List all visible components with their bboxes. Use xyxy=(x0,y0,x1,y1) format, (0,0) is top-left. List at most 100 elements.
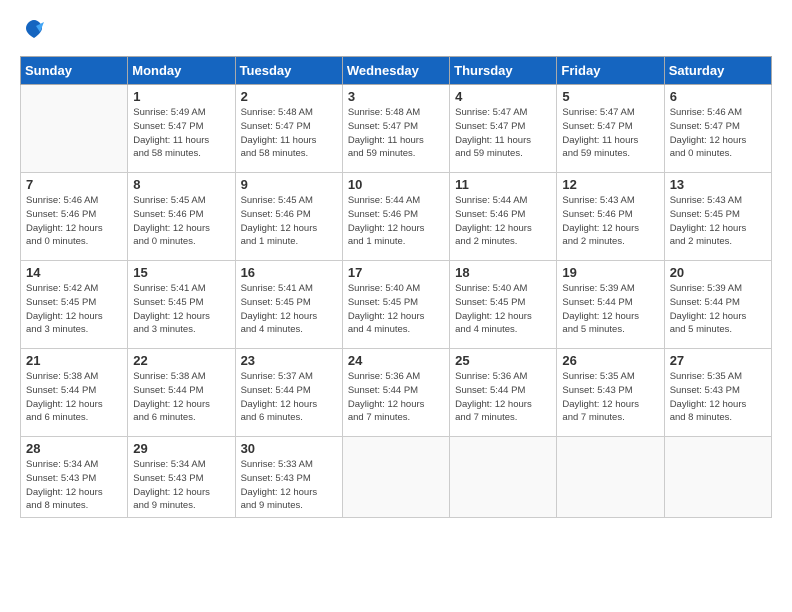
calendar-day-cell: 19 Sunrise: 5:39 AM Sunset: 5:44 PM Dayli… xyxy=(557,261,664,349)
day-number: 12 xyxy=(562,177,658,192)
calendar-day-cell: 20 Sunrise: 5:39 AM Sunset: 5:44 PM Dayli… xyxy=(664,261,771,349)
day-number: 18 xyxy=(455,265,551,280)
calendar-day-cell: 3 Sunrise: 5:48 AM Sunset: 5:47 PM Daylig… xyxy=(342,85,449,173)
weekday-header-cell: Thursday xyxy=(450,57,557,85)
calendar-day-cell: 18 Sunrise: 5:40 AM Sunset: 5:45 PM Dayli… xyxy=(450,261,557,349)
day-info: Sunrise: 5:44 AM Sunset: 5:46 PM Dayligh… xyxy=(348,194,444,249)
day-number: 30 xyxy=(241,441,337,456)
day-info: Sunrise: 5:39 AM Sunset: 5:44 PM Dayligh… xyxy=(670,282,766,337)
calendar-week-row: 28 Sunrise: 5:34 AM Sunset: 5:43 PM Dayli… xyxy=(21,437,772,518)
day-number: 7 xyxy=(26,177,122,192)
calendar-day-cell xyxy=(342,437,449,518)
day-info: Sunrise: 5:47 AM Sunset: 5:47 PM Dayligh… xyxy=(455,106,551,161)
day-number: 27 xyxy=(670,353,766,368)
day-info: Sunrise: 5:44 AM Sunset: 5:46 PM Dayligh… xyxy=(455,194,551,249)
day-info: Sunrise: 5:47 AM Sunset: 5:47 PM Dayligh… xyxy=(562,106,658,161)
day-number: 19 xyxy=(562,265,658,280)
calendar-day-cell: 26 Sunrise: 5:35 AM Sunset: 5:43 PM Dayli… xyxy=(557,349,664,437)
day-number: 4 xyxy=(455,89,551,104)
day-info: Sunrise: 5:39 AM Sunset: 5:44 PM Dayligh… xyxy=(562,282,658,337)
day-info: Sunrise: 5:35 AM Sunset: 5:43 PM Dayligh… xyxy=(562,370,658,425)
weekday-header-cell: Tuesday xyxy=(235,57,342,85)
day-info: Sunrise: 5:43 AM Sunset: 5:45 PM Dayligh… xyxy=(670,194,766,249)
day-number: 16 xyxy=(241,265,337,280)
calendar-day-cell: 9Sunrise: 5:45 AM Sunset: 5:46 PM Daylig… xyxy=(235,173,342,261)
calendar-day-cell: 12Sunrise: 5:43 AM Sunset: 5:46 PM Dayli… xyxy=(557,173,664,261)
day-info: Sunrise: 5:40 AM Sunset: 5:45 PM Dayligh… xyxy=(455,282,551,337)
day-info: Sunrise: 5:41 AM Sunset: 5:45 PM Dayligh… xyxy=(133,282,229,337)
day-number: 29 xyxy=(133,441,229,456)
day-number: 11 xyxy=(455,177,551,192)
logo-icon xyxy=(22,18,46,42)
day-info: Sunrise: 5:33 AM Sunset: 5:43 PM Dayligh… xyxy=(241,458,337,513)
day-number: 28 xyxy=(26,441,122,456)
day-info: Sunrise: 5:48 AM Sunset: 5:47 PM Dayligh… xyxy=(348,106,444,161)
day-number: 8 xyxy=(133,177,229,192)
day-number: 5 xyxy=(562,89,658,104)
calendar-week-row: 21 Sunrise: 5:38 AM Sunset: 5:44 PM Dayli… xyxy=(21,349,772,437)
calendar-day-cell: 13 Sunrise: 5:43 AM Sunset: 5:45 PM Dayli… xyxy=(664,173,771,261)
day-info: Sunrise: 5:35 AM Sunset: 5:43 PM Dayligh… xyxy=(670,370,766,425)
day-number: 6 xyxy=(670,89,766,104)
calendar-day-cell: 28 Sunrise: 5:34 AM Sunset: 5:43 PM Dayli… xyxy=(21,437,128,518)
day-number: 13 xyxy=(670,177,766,192)
calendar-day-cell: 23 Sunrise: 5:37 AM Sunset: 5:44 PM Dayli… xyxy=(235,349,342,437)
calendar-day-cell: 29 Sunrise: 5:34 AM Sunset: 5:43 PM Dayli… xyxy=(128,437,235,518)
day-info: Sunrise: 5:42 AM Sunset: 5:45 PM Dayligh… xyxy=(26,282,122,337)
calendar-day-cell: 27 Sunrise: 5:35 AM Sunset: 5:43 PM Dayli… xyxy=(664,349,771,437)
day-info: Sunrise: 5:46 AM Sunset: 5:47 PM Dayligh… xyxy=(670,106,766,161)
day-number: 23 xyxy=(241,353,337,368)
day-info: Sunrise: 5:38 AM Sunset: 5:44 PM Dayligh… xyxy=(26,370,122,425)
day-info: Sunrise: 5:49 AM Sunset: 5:47 PM Dayligh… xyxy=(133,106,229,161)
day-info: Sunrise: 5:37 AM Sunset: 5:44 PM Dayligh… xyxy=(241,370,337,425)
calendar-week-row: 14 Sunrise: 5:42 AM Sunset: 5:45 PM Dayli… xyxy=(21,261,772,349)
calendar-day-cell: 25Sunrise: 5:36 AM Sunset: 5:44 PM Dayli… xyxy=(450,349,557,437)
calendar-day-cell: 4 Sunrise: 5:47 AM Sunset: 5:47 PM Daylig… xyxy=(450,85,557,173)
day-info: Sunrise: 5:46 AM Sunset: 5:46 PM Dayligh… xyxy=(26,194,122,249)
calendar-day-cell xyxy=(557,437,664,518)
day-info: Sunrise: 5:34 AM Sunset: 5:43 PM Dayligh… xyxy=(26,458,122,513)
day-number: 26 xyxy=(562,353,658,368)
logo xyxy=(20,20,46,40)
day-number: 2 xyxy=(241,89,337,104)
weekday-header-cell: Monday xyxy=(128,57,235,85)
calendar-day-cell: 6 Sunrise: 5:46 AM Sunset: 5:47 PM Daylig… xyxy=(664,85,771,173)
calendar-day-cell xyxy=(450,437,557,518)
day-number: 14 xyxy=(26,265,122,280)
calendar-day-cell: 5 Sunrise: 5:47 AM Sunset: 5:47 PM Daylig… xyxy=(557,85,664,173)
calendar-day-cell: 8 Sunrise: 5:45 AM Sunset: 5:46 PM Daylig… xyxy=(128,173,235,261)
day-info: Sunrise: 5:48 AM Sunset: 5:47 PM Dayligh… xyxy=(241,106,337,161)
day-info: Sunrise: 5:34 AM Sunset: 5:43 PM Dayligh… xyxy=(133,458,229,513)
calendar-week-row: 1Sunrise: 5:49 AM Sunset: 5:47 PM Daylig… xyxy=(21,85,772,173)
day-info: Sunrise: 5:38 AM Sunset: 5:44 PM Dayligh… xyxy=(133,370,229,425)
calendar-day-cell: 16 Sunrise: 5:41 AM Sunset: 5:45 PM Dayli… xyxy=(235,261,342,349)
day-number: 22 xyxy=(133,353,229,368)
day-info: Sunrise: 5:36 AM Sunset: 5:44 PM Dayligh… xyxy=(348,370,444,425)
day-number: 17 xyxy=(348,265,444,280)
day-info: Sunrise: 5:41 AM Sunset: 5:45 PM Dayligh… xyxy=(241,282,337,337)
day-number: 3 xyxy=(348,89,444,104)
weekday-header-cell: Sunday xyxy=(21,57,128,85)
calendar-table: SundayMondayTuesdayWednesdayThursdayFrid… xyxy=(20,56,772,518)
weekday-header-cell: Friday xyxy=(557,57,664,85)
day-number: 10 xyxy=(348,177,444,192)
calendar-day-cell: 21 Sunrise: 5:38 AM Sunset: 5:44 PM Dayli… xyxy=(21,349,128,437)
day-number: 20 xyxy=(670,265,766,280)
day-number: 25 xyxy=(455,353,551,368)
calendar-day-cell: 17 Sunrise: 5:40 AM Sunset: 5:45 PM Dayli… xyxy=(342,261,449,349)
calendar-day-cell: 24 Sunrise: 5:36 AM Sunset: 5:44 PM Dayli… xyxy=(342,349,449,437)
calendar-day-cell: 7 Sunrise: 5:46 AM Sunset: 5:46 PM Daylig… xyxy=(21,173,128,261)
calendar-day-cell: 11 Sunrise: 5:44 AM Sunset: 5:46 PM Dayli… xyxy=(450,173,557,261)
day-info: Sunrise: 5:45 AM Sunset: 5:46 PM Dayligh… xyxy=(133,194,229,249)
day-info: Sunrise: 5:40 AM Sunset: 5:45 PM Dayligh… xyxy=(348,282,444,337)
calendar-day-cell: 22 Sunrise: 5:38 AM Sunset: 5:44 PM Dayli… xyxy=(128,349,235,437)
calendar-week-row: 7 Sunrise: 5:46 AM Sunset: 5:46 PM Daylig… xyxy=(21,173,772,261)
calendar-day-cell: 2 Sunrise: 5:48 AM Sunset: 5:47 PM Daylig… xyxy=(235,85,342,173)
calendar-day-cell: 30 Sunrise: 5:33 AM Sunset: 5:43 PM Dayli… xyxy=(235,437,342,518)
header xyxy=(20,20,772,40)
weekday-header-cell: Saturday xyxy=(664,57,771,85)
day-number: 24 xyxy=(348,353,444,368)
calendar-body: 1Sunrise: 5:49 AM Sunset: 5:47 PM Daylig… xyxy=(21,85,772,518)
day-number: 21 xyxy=(26,353,122,368)
day-info: Sunrise: 5:45 AM Sunset: 5:46 PM Dayligh… xyxy=(241,194,337,249)
